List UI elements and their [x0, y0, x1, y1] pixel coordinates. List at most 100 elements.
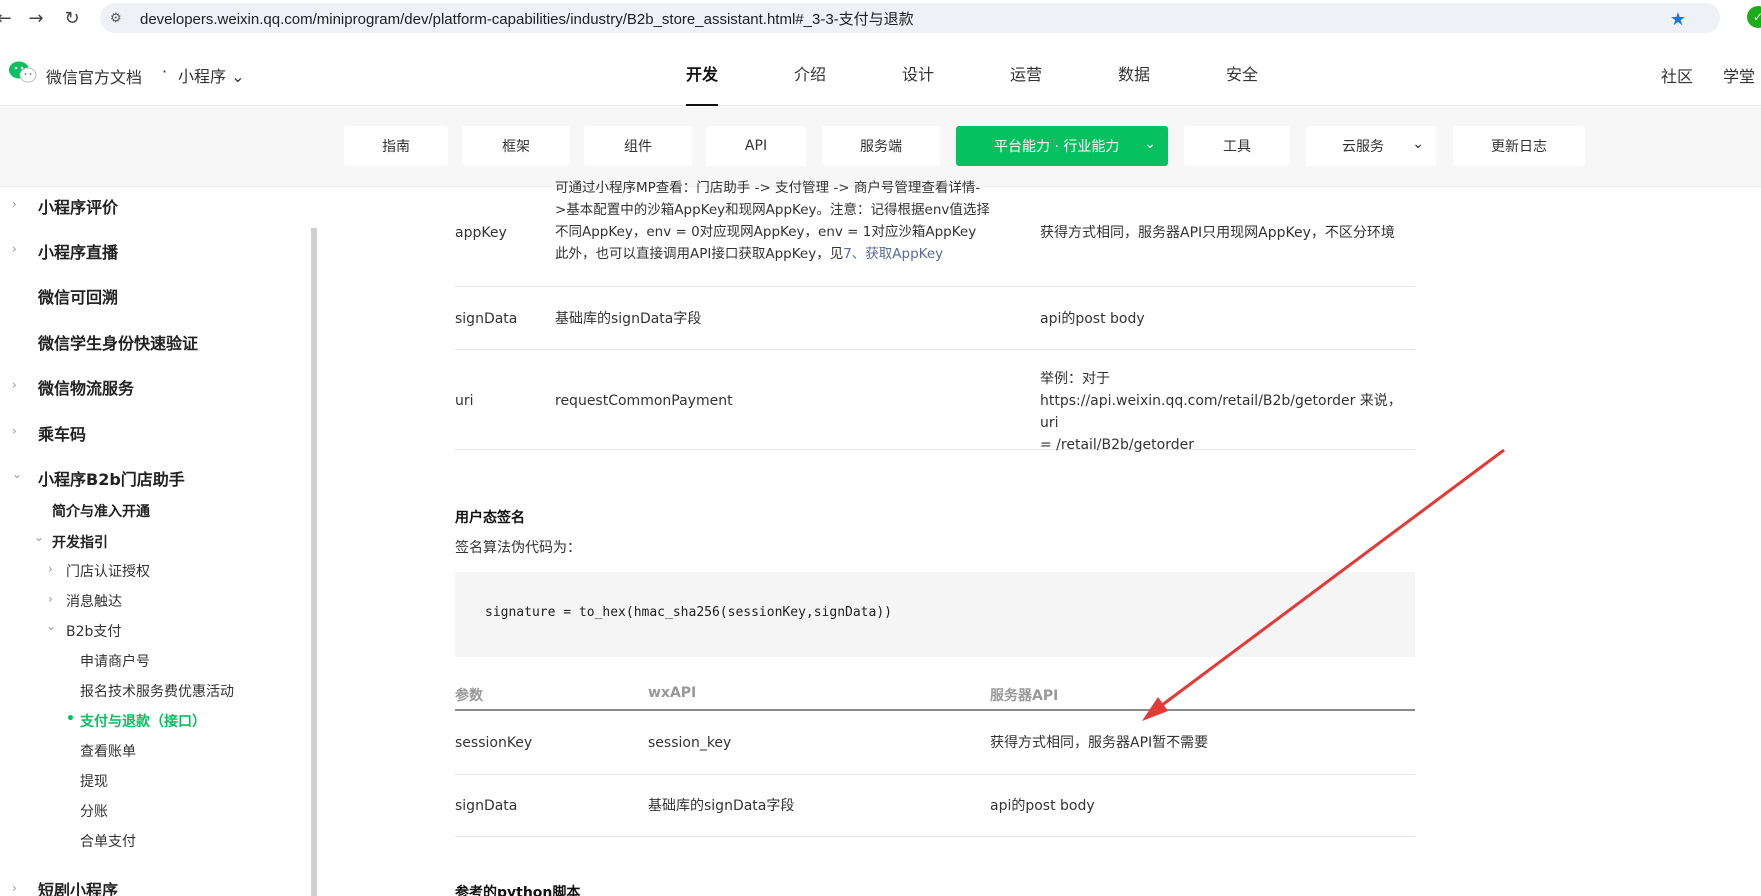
chevron-down-icon[interactable]: ⌄ — [12, 467, 22, 481]
chevron-right-icon[interactable]: › — [12, 242, 17, 256]
sidebar-item-combine[interactable]: 合单支付 — [80, 831, 136, 851]
sidebar-item-withdraw[interactable]: 提现 — [80, 771, 108, 791]
nav-data[interactable]: 数据 — [1080, 40, 1188, 106]
table-header-wxapi: wxAPI — [648, 685, 697, 701]
cell-line: 举例：对于 — [1040, 371, 1110, 387]
sidebar-item-b2b-pay[interactable]: B2b支付 — [66, 621, 121, 641]
sidebar-item-dev-guide[interactable]: 开发指引 — [52, 532, 108, 552]
nav-intro[interactable]: 介绍 — [756, 40, 864, 106]
site-info-icon[interactable]: ⚙ — [110, 10, 128, 26]
academy-link[interactable]: 学堂 — [1723, 63, 1755, 87]
community-link[interactable]: 社区 — [1661, 63, 1693, 87]
sidebar-item-pay-refund[interactable]: 支付与退款（接口） — [80, 711, 206, 731]
sign-description: 签名算法伪代码为： — [455, 540, 581, 556]
sidebar-item-traceback[interactable]: 微信可回溯 — [38, 284, 118, 308]
forward-icon[interactable]: → — [22, 4, 50, 32]
table-row: signData 基础库的signData字段 api的post body — [455, 287, 1415, 350]
subnav-tools[interactable]: 工具 — [1184, 126, 1290, 166]
cell-line: 不同AppKey，env = 0对应现网AppKey，env = 1对应沙箱Ap… — [555, 224, 977, 240]
sidebar-item-transit[interactable]: 乘车码 — [38, 421, 86, 445]
sidebar-item-live[interactable]: 小程序直播 — [38, 239, 118, 263]
table-row: sessionKey session_key 获得方式相同，服务器API暂不需要 — [455, 711, 1415, 775]
param-cell: sessionKey — [455, 735, 533, 751]
nav-design[interactable]: 设计 — [864, 40, 972, 106]
sub-nav: 指南 框架 组件 API 服务端 平台能力 · 行业能力 ⌄ 工具 云服务 ⌄ … — [0, 107, 1761, 187]
server-cell: 举例：对于 https://api.weixin.qq.com/retail/B… — [1040, 368, 1415, 456]
chevron-down-icon: ⌄ — [1412, 136, 1424, 152]
browser-toolbar: ← → ↻ ⚙ developers.weixin.qq.com/minipro… — [0, 0, 1761, 36]
subnav-cloud[interactable]: 云服务 ⌄ — [1306, 126, 1436, 166]
cell-line: 可通过小程序MP查看：门店助手 -> 支付管理 -> 商户号管理查看详情- — [555, 180, 981, 196]
reload-icon[interactable]: ↻ — [58, 4, 86, 32]
subnav-framework[interactable]: 框架 — [462, 126, 570, 166]
nav-dev[interactable]: 开发 — [648, 40, 756, 106]
chevron-right-icon[interactable]: › — [12, 881, 17, 895]
address-bar[interactable]: ⚙ developers.weixin.qq.com/miniprogram/d… — [100, 3, 1720, 33]
sidebar: › 小程序评价 › 小程序直播 微信可回溯 微信学生身份快速验证 › 微信物流服… — [0, 187, 312, 896]
server-cell: 获得方式相同，服务器API只用现网AppKey，不区分环境 — [1040, 225, 1395, 241]
cell-line: = /retail/B2b/getorder — [1040, 437, 1194, 453]
chevron-right-icon[interactable]: › — [12, 378, 17, 392]
wxapi-cell: 基础库的signData字段 — [555, 311, 702, 327]
wechat-logo-icon[interactable] — [8, 60, 38, 84]
chevron-down-icon: ⌄ — [1144, 136, 1156, 152]
back-icon[interactable]: ← — [0, 4, 18, 32]
chevron-down-icon: ⌄ — [231, 67, 245, 86]
code-line: signature = to_hex(hmac_sha256(sessionKe… — [485, 605, 892, 620]
cell-text: 此外，也可以直接调用API接口获取AppKey，见 — [555, 246, 844, 262]
bookmark-star-icon[interactable]: ★ — [1670, 9, 1686, 30]
cell-line: https://api.weixin.qq.com/retail/B2b/get… — [1040, 393, 1402, 431]
sidebar-item-promo[interactable]: 报名技术服务费优惠活动 — [80, 681, 234, 701]
sidebar-item-merchant[interactable]: 申请商户号 — [80, 651, 150, 671]
sidebar-item-short-drama[interactable]: 短剧小程序 — [38, 877, 118, 896]
server-cell: api的post body — [1040, 311, 1145, 327]
chevron-down-icon[interactable]: ⌄ — [46, 619, 56, 633]
sidebar-item-review[interactable]: 小程序评价 — [38, 194, 118, 218]
sidebar-item-message[interactable]: 消息触达 — [66, 591, 122, 611]
sidebar-item-store-auth[interactable]: 门店认证授权 — [66, 561, 150, 581]
param-cell: signData — [455, 798, 518, 814]
subnav-api[interactable]: API — [706, 126, 806, 166]
sidebar-scrollbar[interactable] — [311, 228, 317, 896]
cell-line: >基本配置中的沙箱AppKey和现网AppKey。注意：记得根据env值选择 — [555, 202, 990, 218]
subnav-components[interactable]: 组件 — [584, 126, 692, 166]
subnav-changelog[interactable]: 更新日志 — [1453, 126, 1585, 166]
product-selector[interactable]: 小程序 ⌄ — [178, 63, 245, 87]
wxapi-cell: session_key — [648, 735, 732, 751]
chevron-down-icon[interactable]: ⌄ — [34, 530, 44, 544]
server-cell: api的post body — [990, 798, 1095, 814]
extension-shield-icon[interactable]: ✓ — [1747, 6, 1761, 28]
table-header-server: 服务器API — [990, 688, 1059, 704]
sidebar-item-split[interactable]: 分账 — [80, 801, 108, 821]
subnav-platform-label: 平台能力 · 行业能力 — [994, 139, 1120, 155]
main-nav: 开发 介绍 设计 运营 数据 安全 — [648, 40, 1296, 106]
sidebar-item-logistics[interactable]: 微信物流服务 — [38, 375, 134, 399]
sidebar-item-b2b[interactable]: 小程序B2b门店助手 — [38, 466, 185, 490]
sidebar-item-student[interactable]: 微信学生身份快速验证 — [38, 330, 198, 354]
nav-security[interactable]: 安全 — [1188, 40, 1296, 106]
chevron-right-icon[interactable]: › — [48, 592, 53, 606]
active-dot: • — [66, 711, 75, 727]
chevron-right-icon[interactable]: › — [48, 562, 53, 576]
section-title-user-sign: 用户态签名 — [455, 510, 525, 526]
param-cell: uri — [455, 393, 474, 409]
product-label: 小程序 — [178, 67, 227, 86]
sidebar-item-bill[interactable]: 查看账单 — [80, 741, 136, 761]
subnav-platform[interactable]: 平台能力 · 行业能力 ⌄ — [956, 126, 1168, 166]
subnav-guide[interactable]: 指南 — [344, 126, 448, 166]
chevron-right-icon[interactable]: › — [12, 424, 17, 438]
section-title-python: 参考的python脚本 — [455, 885, 581, 896]
table-row: signData 基础库的signData字段 api的post body — [455, 775, 1415, 837]
subnav-cloud-label: 云服务 — [1342, 139, 1384, 155]
subnav-server[interactable]: 服务端 — [822, 126, 940, 166]
sidebar-item-intro[interactable]: 简介与准入开通 — [52, 501, 150, 521]
brand-title[interactable]: 微信官方文档 — [46, 64, 142, 88]
wxapi-cell: 基础库的signData字段 — [648, 798, 795, 814]
nav-operate[interactable]: 运营 — [972, 40, 1080, 106]
get-appkey-link[interactable]: 7、获取AppKey — [843, 246, 943, 262]
chevron-right-icon[interactable]: › — [12, 197, 17, 211]
header-right-links: 社区 学堂 — [1661, 63, 1755, 87]
brand-separator: · — [162, 62, 168, 81]
server-cell: 获得方式相同，服务器API暂不需要 — [990, 735, 1209, 751]
site-header: 微信官方文档 · 小程序 ⌄ 开发 介绍 设计 运营 数据 安全 社区 学堂 — [0, 40, 1761, 106]
